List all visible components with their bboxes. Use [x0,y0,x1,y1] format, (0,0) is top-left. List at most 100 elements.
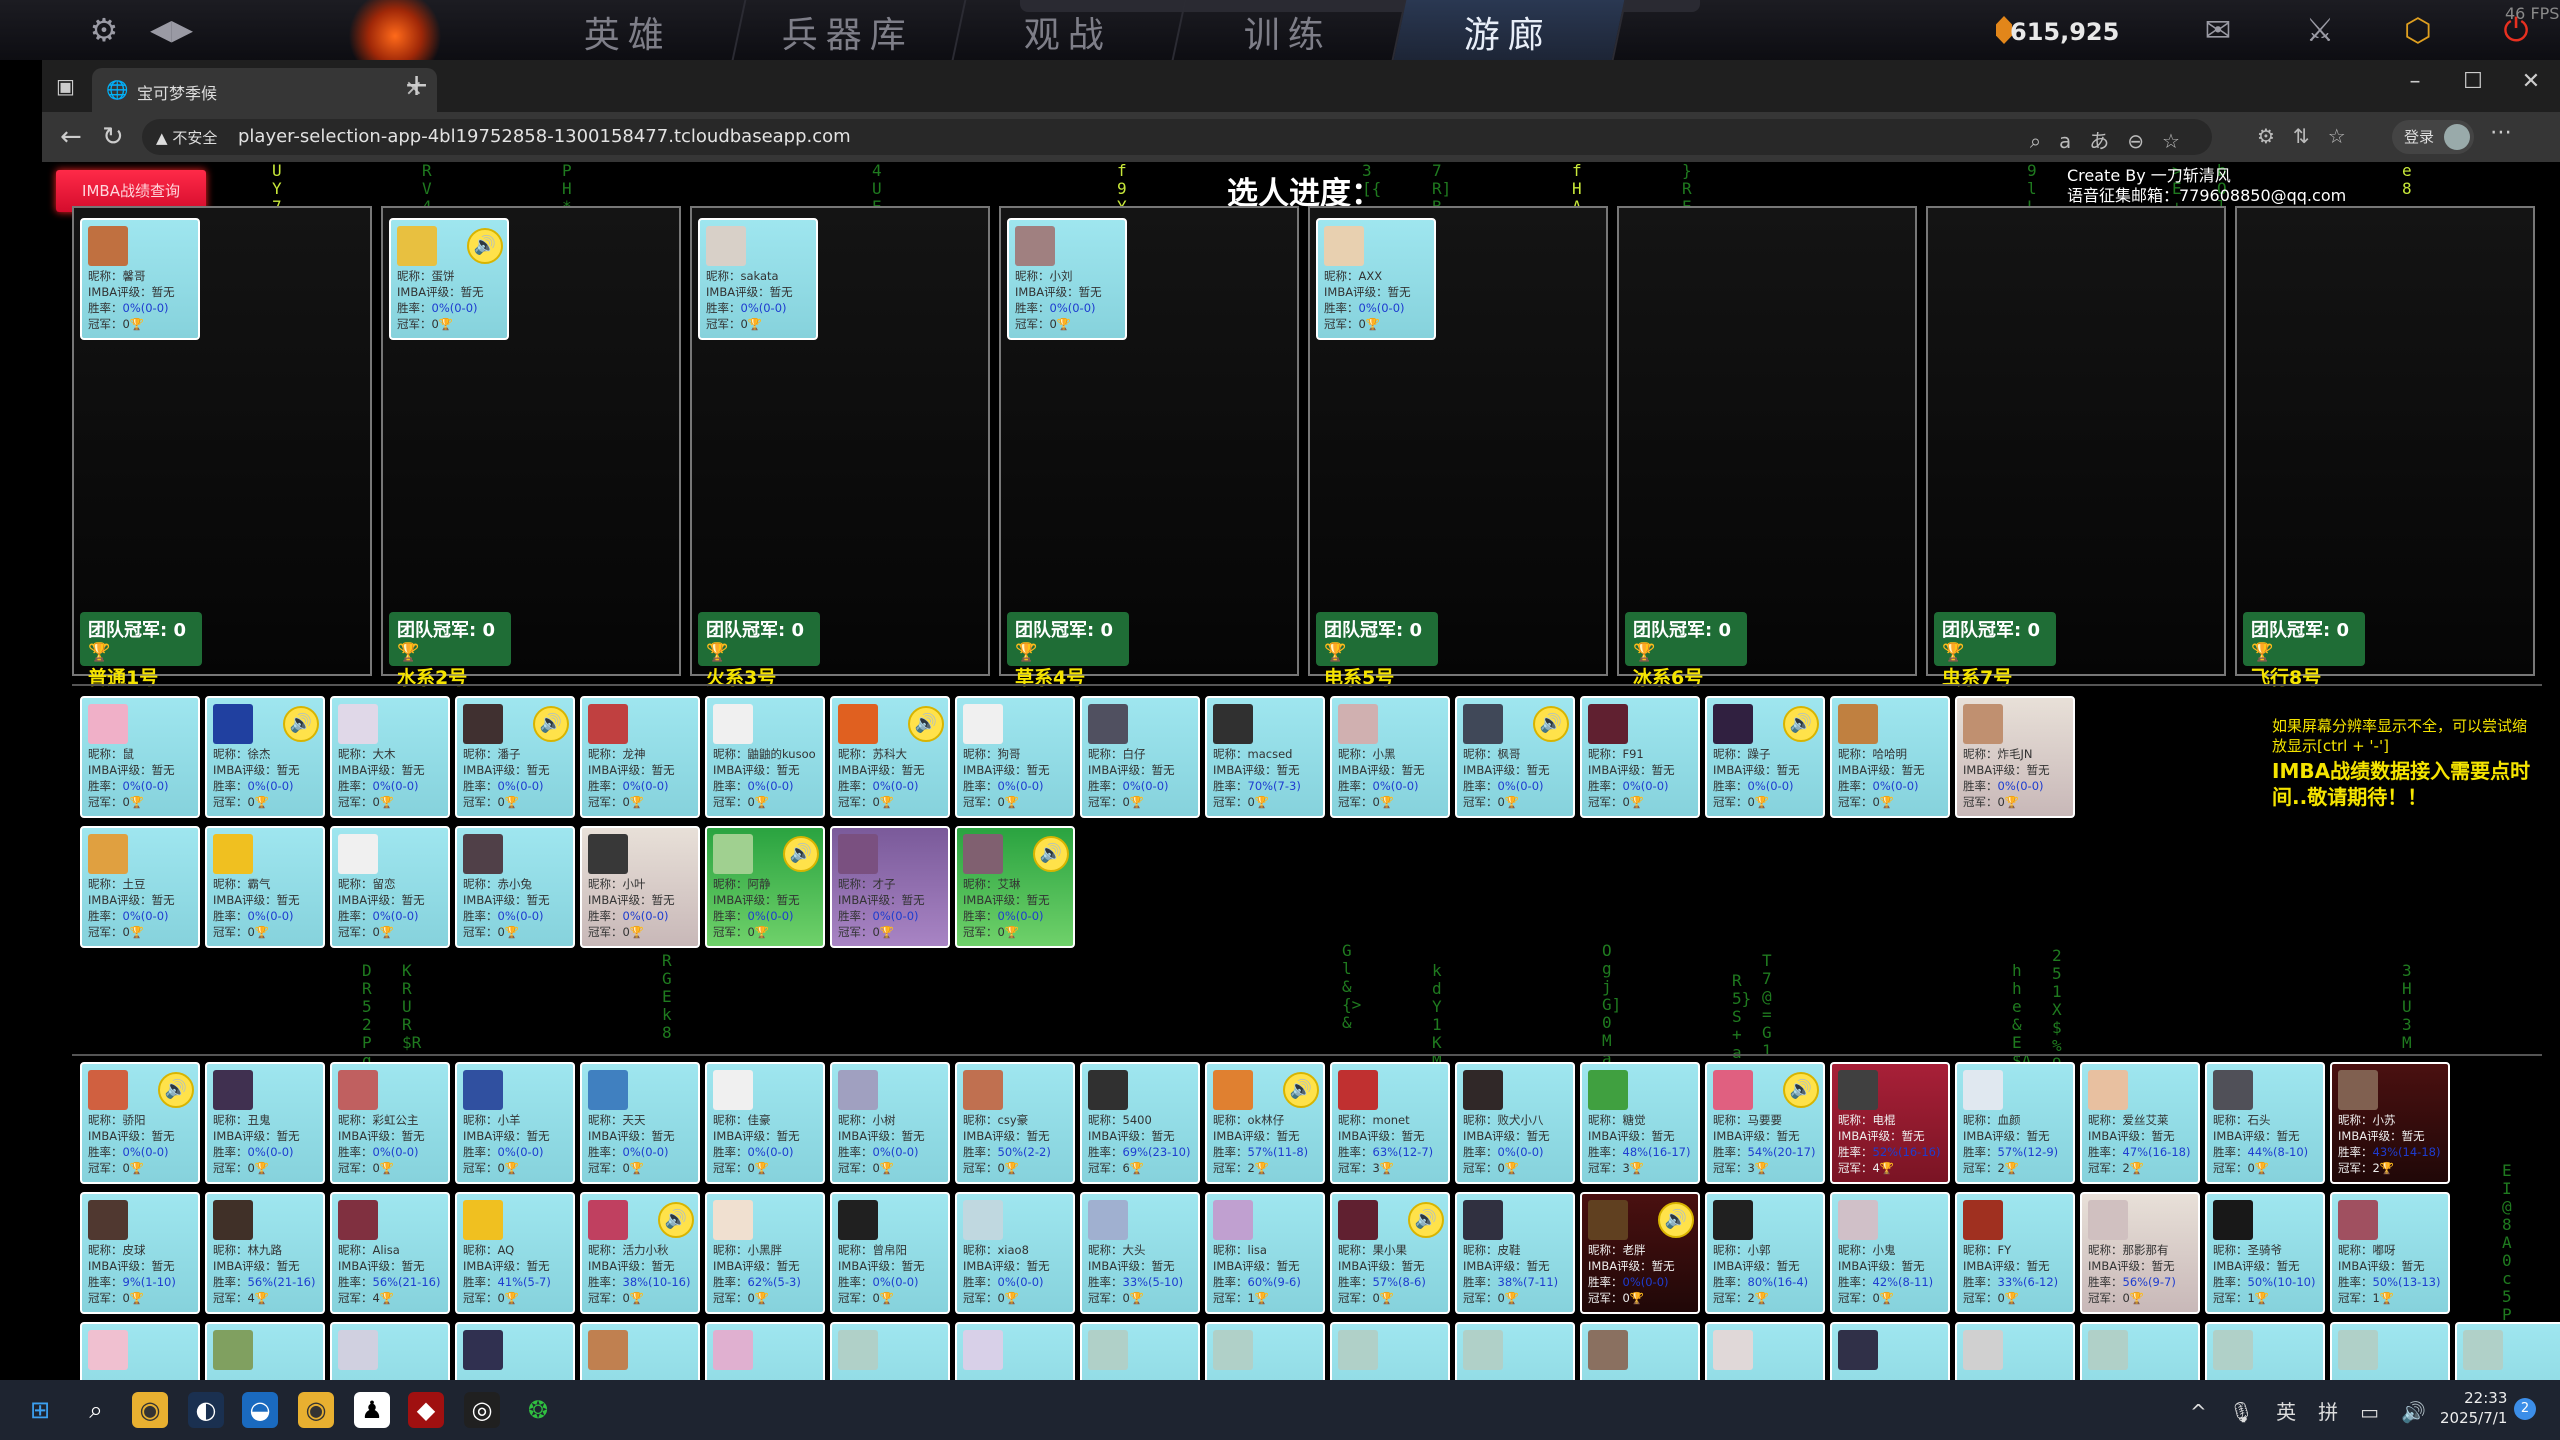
player-card[interactable]: 昵称：糖觉 IMBA评级：暂无 胜率：48%(16-17) 冠军：3🏆 [1580,1062,1700,1184]
player-card[interactable] [580,1322,700,1380]
voice-speaker-icon[interactable]: 🔊 [1658,1202,1694,1238]
player-card[interactable]: 昵称：鼬鼬的kusoo IMBA评级：暂无 胜率：0%(0-0) 冠军：0🏆 [705,696,825,818]
player-card[interactable]: 昵称：石头 IMBA评级：暂无 胜率：44%(8-10) 冠军：0🏆 [2205,1062,2325,1184]
voice-speaker-icon[interactable]: 🔊 [533,706,569,742]
player-card[interactable]: 昵称：皮球 IMBA评级：暂无 胜率：9%(1-10) 冠军：0🏆 [80,1192,200,1314]
team-column[interactable]: 昵称：sakata IMBA评级：暂无 胜率：0%(0-0) 冠军：0🏆 团队冠军: 0… [690,206,990,689]
player-card[interactable]: 🔊 昵称：潘子 IMBA评级：暂无 胜率：0%(0-0) 冠军：0🏆 [455,696,575,818]
mail-icon[interactable]: ✉ [2200,12,2236,48]
player-card[interactable] [205,1322,325,1380]
player-card[interactable]: 昵称：csy豪 IMBA评级：暂无 胜率：50%(2-2) 冠军：0🏆 [955,1062,1075,1184]
maximize-icon[interactable]: ☐ [2444,64,2502,100]
player-card[interactable] [2330,1322,2450,1380]
app-owl-icon[interactable]: ◉ [132,1392,168,1428]
player-card[interactable] [705,1322,825,1380]
team-column[interactable]: 昵称：馨哥 IMBA评级：暂无 胜率：0%(0-0) 冠军：0🏆 团队冠军: 0 🏆 普通… [72,206,372,689]
game-tab[interactable]: 兵器库 [733,0,967,60]
player-card[interactable]: 🔊 昵称：躁子 IMBA评级：暂无 胜率：0%(0-0) 冠军：0🏆 [1705,696,1825,818]
player-card[interactable] [1455,1322,1575,1380]
player-card[interactable] [1705,1322,1825,1380]
url-box[interactable]: ▲ 不安全 player-selection-app-4bl19752858-1… [142,119,2212,155]
voice-speaker-icon[interactable]: 🔊 [783,836,819,872]
voice-speaker-icon[interactable]: 🔊 [158,1072,194,1108]
windows-start-icon[interactable]: ⊞ [22,1392,58,1428]
player-card[interactable]: 昵称：天天 IMBA评级：暂无 胜率：0%(0-0) 冠军：0🏆 [580,1062,700,1184]
player-card[interactable]: 🔊 昵称：活力小秋 IMBA评级：暂无 胜率：38%(10-16) 冠军：0🏆 [580,1192,700,1314]
player-card[interactable]: 昵称：馨哥 IMBA评级：暂无 胜率：0%(0-0) 冠军：0🏆 [80,218,200,340]
player-card[interactable]: 昵称：留恋 IMBA评级：暂无 胜率：0%(0-0) 冠军：0🏆 [330,826,450,948]
player-card[interactable]: 🔊 昵称：苏科大 IMBA评级：暂无 胜率：0%(0-0) 冠军：0🏆 [830,696,950,818]
player-card[interactable]: 昵称：小郭 IMBA评级：暂无 胜率：80%(16-4) 冠军：2🏆 [1705,1192,1825,1314]
player-card[interactable] [955,1322,1075,1380]
wechat-icon[interactable]: ❂ [520,1392,556,1428]
player-card[interactable]: 🔊 昵称：阿静 IMBA评级：暂无 胜率：0%(0-0) 冠军：0🏆 [705,826,825,948]
voice-speaker-icon[interactable]: 🔊 [908,706,944,742]
player-card[interactable]: 昵称：小树 IMBA评级：暂无 胜率：0%(0-0) 冠军：0🏆 [830,1062,950,1184]
player-card[interactable]: 昵称：大头 IMBA评级：暂无 胜率：33%(5-10) 冠军：0🏆 [1080,1192,1200,1314]
player-card[interactable]: 昵称：小刘 IMBA评级：暂无 胜率：0%(0-0) 冠军：0🏆 [1007,218,1127,340]
player-card[interactable]: 昵称：Alisa IMBA评级：暂无 胜率：56%(21-16) 冠军：4🏆 [330,1192,450,1314]
player-card[interactable]: 昵称：大木 IMBA评级：暂无 胜率：0%(0-0) 冠军：0🏆 [330,696,450,818]
minimize-icon[interactable]: – [2386,64,2444,100]
player-card[interactable] [455,1322,575,1380]
player-card[interactable]: 昵称：电棍 IMBA评级：暂无 胜率：52%(16-16) 冠军：4🏆 [1830,1062,1950,1184]
voice-speaker-icon[interactable]: 🔊 [283,706,319,742]
player-card[interactable]: 昵称：狗哥 IMBA评级：暂无 胜率：0%(0-0) 冠军：0🏆 [955,696,1075,818]
player-card[interactable]: 昵称：才子 IMBA评级：暂无 胜率：0%(0-0) 冠军：0🏆 [830,826,950,948]
network-icon[interactable]: ▭ [2360,1400,2401,1424]
player-card[interactable]: 昵称：霸气 IMBA评级：暂无 胜率：0%(0-0) 冠军：0🏆 [205,826,325,948]
player-card[interactable] [2080,1322,2200,1380]
system-tray[interactable]: ^🎙英拼▭🔊 [2190,1396,2448,1425]
player-card[interactable] [1830,1322,1950,1380]
player-card[interactable]: 昵称：哈哈明 IMBA评级：暂无 胜率：0%(0-0) 冠军：0🏆 [1830,696,1950,818]
game-tab[interactable]: 游廊 [1393,0,1627,60]
gear-icon[interactable]: ⚙ [86,12,122,48]
qq-icon[interactable]: ♟ [354,1392,390,1428]
close-window-icon[interactable]: ✕ [2502,64,2560,100]
clock[interactable]: 22:33 2025/7/1 [2440,1388,2507,1428]
player-card[interactable] [1580,1322,1700,1380]
player-card[interactable]: 🔊 昵称：ok林仔 IMBA评级：暂无 胜率：57%(11-8) 冠军：2🏆 [1205,1062,1325,1184]
player-card[interactable] [2205,1322,2325,1380]
extension-icons[interactable]: ⚙⇅☆ [2257,124,2364,148]
team-column[interactable]: 团队冠军: 0 🏆 虫系7号 [1926,206,2226,689]
app-owl2-icon[interactable]: ◉ [298,1392,334,1428]
player-card[interactable] [2455,1322,2560,1380]
voice-speaker-icon[interactable]: 🔊 [1283,1072,1319,1108]
player-card[interactable]: 昵称：小黑胖 IMBA评级：暂无 胜率：62%(5-3) 冠军：0🏆 [705,1192,825,1314]
url-text[interactable]: player-selection-app-4bl19752858-1300158… [238,126,851,147]
player-card[interactable]: 🔊 昵称：徐杰 IMBA评级：暂无 胜率：0%(0-0) 冠军：0🏆 [205,696,325,818]
player-card[interactable]: 昵称：小鬼 IMBA评级：暂无 胜率：42%(8-11) 冠军：0🏆 [1830,1192,1950,1314]
player-card[interactable]: 昵称：圣骑爷 IMBA评级：暂无 胜率：50%(10-10) 冠军：1🏆 [2205,1192,2325,1314]
omnibox-actions[interactable]: ⌕aあ⊖☆ [2030,125,2198,154]
game-tab[interactable]: 英雄 [513,0,747,60]
reload-icon[interactable]: ↻ [102,122,124,152]
player-card[interactable]: 昵称：龙神 IMBA评级：暂无 胜率：0%(0-0) 冠军：0🏆 [580,696,700,818]
player-card[interactable]: 昵称：赤小兔 IMBA评级：暂无 胜率：0%(0-0) 冠军：0🏆 [455,826,575,948]
player-card[interactable] [1080,1322,1200,1380]
game-tab[interactable]: 观战 [953,0,1187,60]
player-card[interactable]: 昵称：小羊 IMBA评级：暂无 胜率：0%(0-0) 冠军：0🏆 [455,1062,575,1184]
voice-speaker-icon[interactable]: 🔊 [1408,1202,1444,1238]
back-arrow-icon[interactable]: ← [60,122,82,152]
player-card[interactable]: 昵称：皮鞋 IMBA评级：暂无 胜率：38%(7-11) 冠军：0🏆 [1455,1192,1575,1314]
voice-speaker-icon[interactable]: 🔊 [1033,836,1069,872]
armory-icon[interactable]: ⚔ [2302,12,2338,48]
player-card[interactable] [1205,1322,1325,1380]
player-card[interactable]: 昵称：那影那有 IMBA评级：暂无 胜率：56%(9-7) 冠军：0🏆 [2080,1192,2200,1314]
new-tab-icon[interactable]: + [404,68,429,103]
player-card[interactable]: 昵称：爱丝艾莱 IMBA评级：暂无 胜率：47%(16-18) 冠军：2🏆 [2080,1062,2200,1184]
login-button[interactable]: 登录 [2392,120,2474,154]
voice-speaker-icon[interactable]: 🔊 [1783,706,1819,742]
back-icon[interactable]: ◀▶ [150,12,193,48]
player-card[interactable]: 昵称：丑鬼 IMBA评级：暂无 胜率：0%(0-0) 冠军：0🏆 [205,1062,325,1184]
player-card[interactable]: 昵称：曾帛阳 IMBA评级：暂无 胜率：0%(0-0) 冠军：0🏆 [830,1192,950,1314]
insecure-badge[interactable]: ▲ 不安全 [156,127,217,148]
game-tab[interactable]: 训练 [1173,0,1407,60]
player-card[interactable]: 昵称：小黑 IMBA评级：暂无 胜率：0%(0-0) 冠军：0🏆 [1330,696,1450,818]
notification-badge[interactable]: 2 [2514,1398,2536,1420]
player-card[interactable]: 昵称：小叶 IMBA评级：暂无 胜率：0%(0-0) 冠军：0🏆 [580,826,700,948]
dota-icon[interactable]: ◆ [408,1392,444,1428]
player-card[interactable]: 🔊 昵称：蛋饼 IMBA评级：暂无 胜率：0%(0-0) 冠军：0🏆 [389,218,509,340]
steam-icon[interactable]: ◐ [188,1392,224,1428]
